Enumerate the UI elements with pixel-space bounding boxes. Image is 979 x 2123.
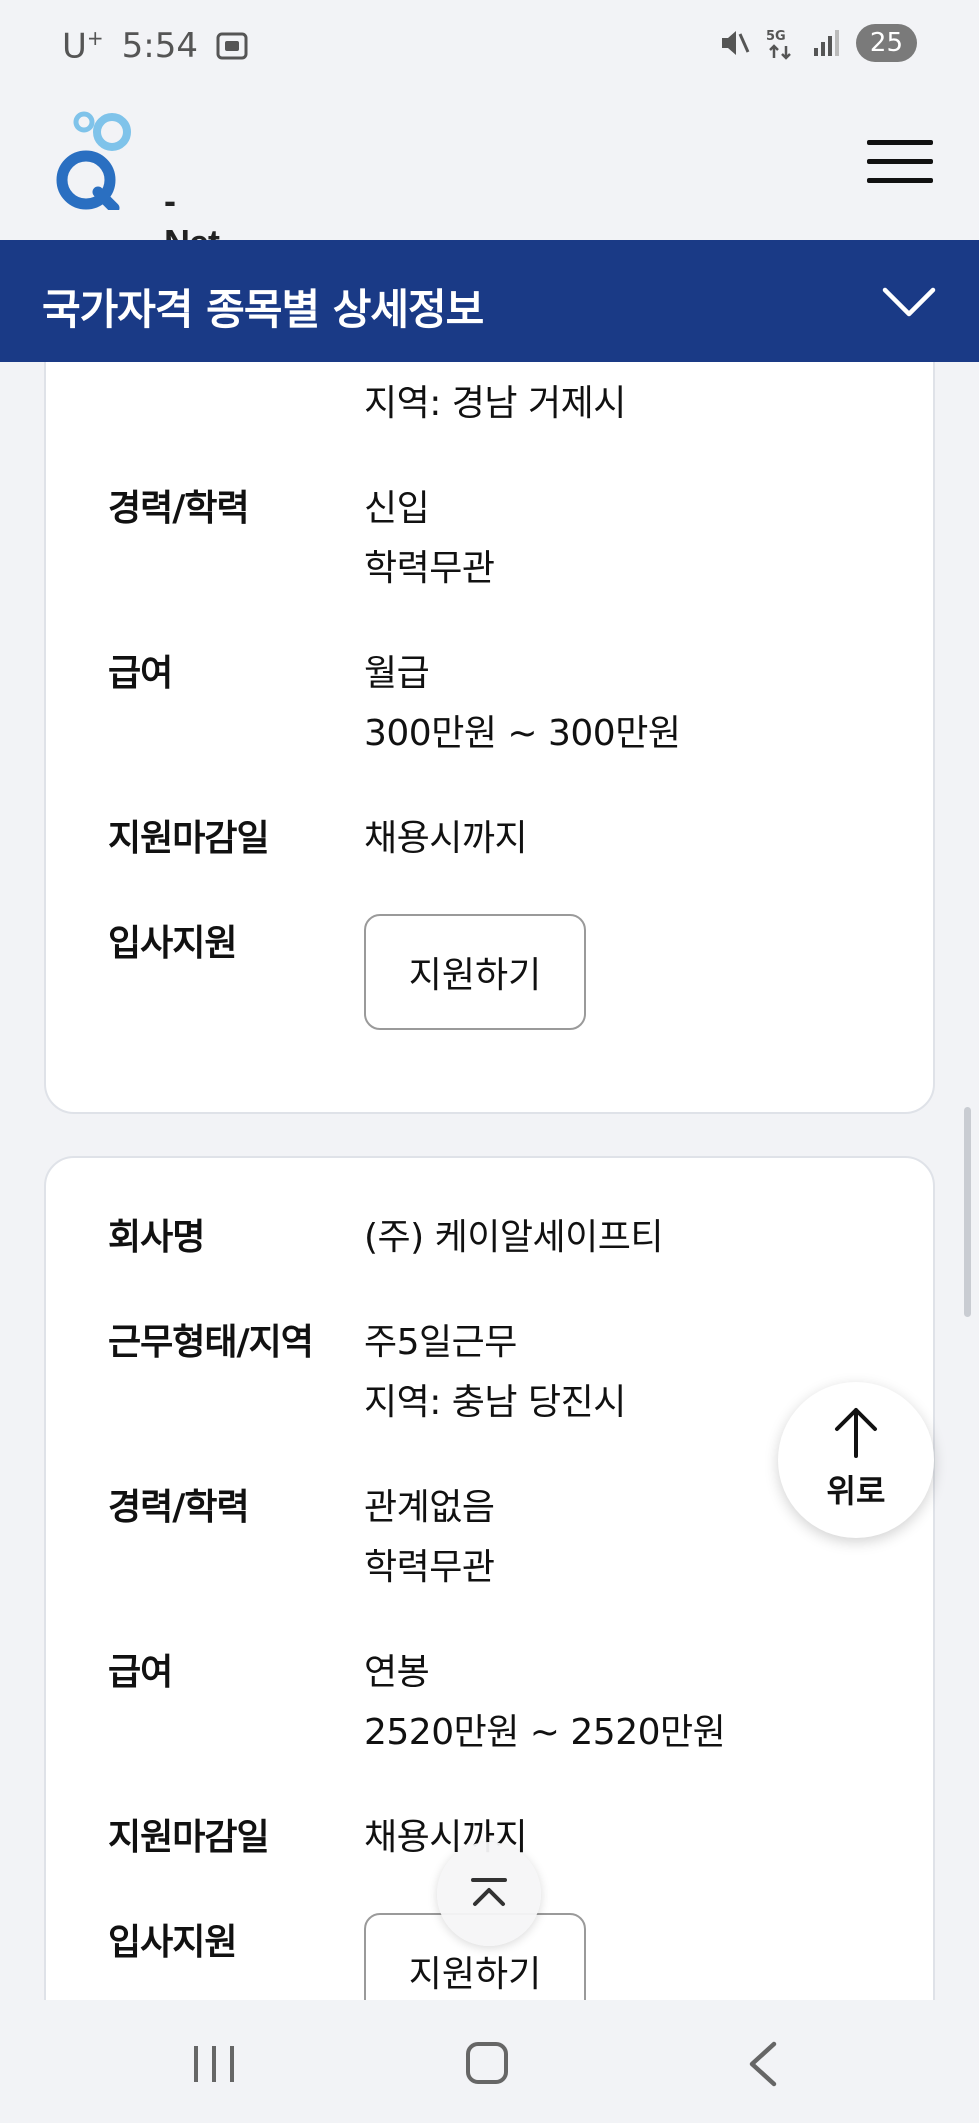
menu-button[interactable] [867,140,933,184]
chevron-up-icon [471,1878,507,1906]
logo-mark-icon [56,111,131,210]
salary-value: 연봉 2520만원 ~ 2520만원 [364,1643,726,1763]
career-label: 경력/학력 [108,1487,250,1528]
back-icon[interactable] [744,2040,780,2088]
deadline-label: 지원마감일 [108,1817,270,1858]
arrow-up-icon [835,1408,877,1458]
career-value: 신입 학력무관 [364,479,495,599]
status-bar: U+ 5:54 5G 25 [0,0,979,82]
company-label: 회사명 [108,1217,205,1258]
work-type-value: 주6일근무 지역: 경남 거제시 [364,362,626,434]
section-title-bar[interactable]: 국가자격 종목별 상세정보 [0,240,979,362]
salary-range: 300만원 ~ 300만원 [364,713,681,754]
recent-apps-icon-bar [230,2046,234,2082]
screenshot-icon [216,32,248,60]
battery-indicator: 25 [855,24,917,62]
region: 지역: 경남 거제시 [364,383,626,424]
career: 신입 [364,488,430,529]
salary-label: 급여 [108,653,173,694]
hamburger-icon-bar [867,159,933,164]
recent-apps-button[interactable] [194,2046,234,2082]
qnet-logo[interactable]: - Net [54,110,220,263]
salary-range: 2520만원 ~ 2520만원 [364,1712,726,1753]
chevron-down-icon[interactable] [881,276,937,326]
education: 학력무관 [364,1547,495,1588]
deadline-value: 채용시까지 [364,818,528,859]
hamburger-icon [867,140,933,145]
job-card: 근무형태/지역 주6일근무 지역: 경남 거제시 경력/학력 신입 학력무관 급… [44,362,935,1114]
5g-signal-icon: 5G [766,29,791,60]
apply-label: 입사지원 [108,1922,237,1963]
svg-text:5G: 5G [766,29,786,44]
clock: 5:54 [121,26,199,67]
career-value: 관계없음 학력무관 [364,1478,495,1598]
work-type: 주5일근무 [364,1322,517,1363]
salary-type: 연봉 [364,1652,430,1693]
apply-button[interactable]: 지원하기 [364,914,586,1030]
scrollbar-thumb[interactable] [964,1107,971,1317]
hamburger-icon-bar [867,178,933,183]
salary-value: 월급 300만원 ~ 300만원 [364,644,681,764]
status-right: 5G 25 [718,24,917,62]
salary-label: 급여 [108,1652,173,1693]
recent-apps-icon-bar [212,2046,216,2082]
browser-scroll-top-button[interactable] [437,1842,541,1946]
work-type-label: 근무형태/지역 [108,1322,314,1363]
salary-type: 월급 [364,653,430,694]
carrier-label: U+ [62,26,104,67]
system-nav-bar [0,2000,979,2123]
deadline-label: 지원마감일 [108,818,270,859]
cell-signal-icon [813,30,839,56]
work-type-label: 근무형태/지역 [108,362,318,374]
career: 관계없음 [364,1487,495,1528]
mute-icon [721,31,750,55]
work-type-value: 주5일근무 지역: 충남 당진시 [364,1313,626,1433]
scroll-to-top-button[interactable]: 위로 [778,1382,934,1538]
scroll-to-top-label: 위로 [826,1472,886,1510]
apply-label: 입사지원 [108,923,237,964]
recent-apps-icon [194,2046,198,2082]
home-button[interactable] [466,2042,508,2084]
site-header: - Net [0,82,979,263]
job-list[interactable]: 근무형태/지역 주6일근무 지역: 경남 거제시 경력/학력 신입 학력무관 급… [0,362,979,2000]
status-left: U+ 5:54 [62,26,248,66]
company-value: (주) 케이알세이프티 [364,1217,664,1258]
region: 지역: 충남 당진시 [364,1382,626,1423]
career-label: 경력/학력 [108,488,250,529]
education: 학력무관 [364,548,495,589]
page-title: 국가자격 종목별 상세정보 [42,285,484,334]
work-type: 주6일근무 [364,362,626,374]
